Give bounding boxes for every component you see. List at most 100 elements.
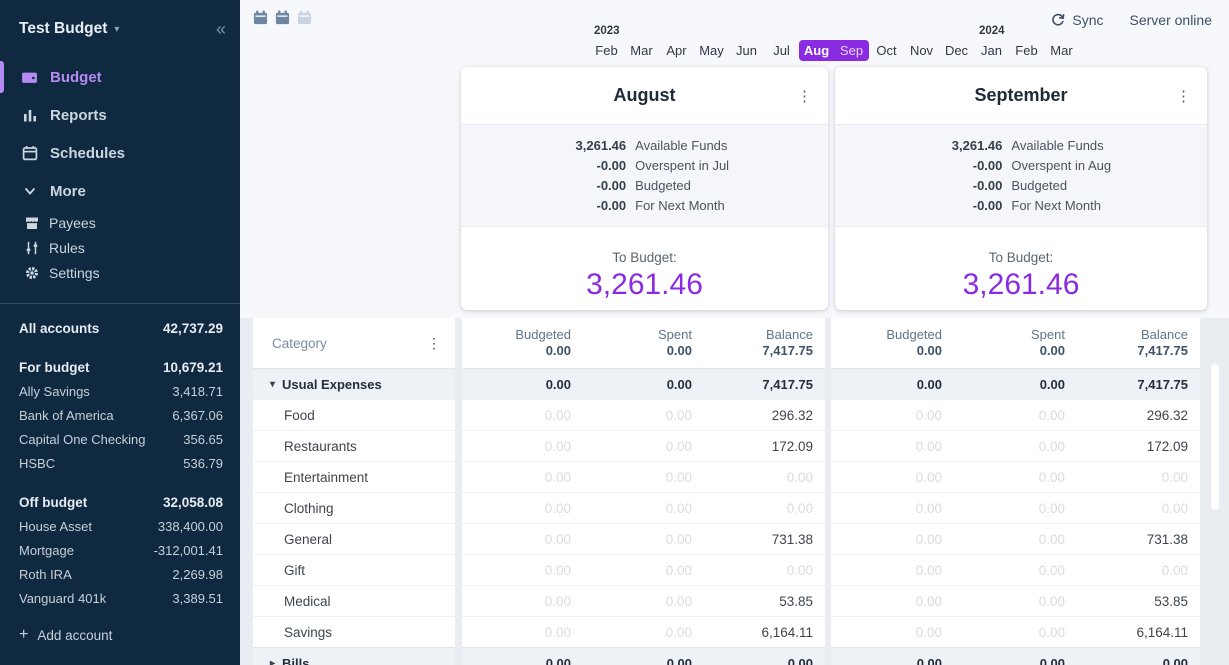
sidebar-item-reports[interactable]: Reports — [0, 96, 240, 134]
month-tab-feb[interactable]: Feb — [589, 40, 624, 61]
budget-cell[interactable]: 0.00 — [954, 492, 1077, 523]
month-tab-sep[interactable]: Sep — [834, 40, 869, 61]
account-row[interactable]: Capital One Checking 356.65 — [19, 427, 223, 451]
budget-cell[interactable]: 0.00 — [462, 616, 583, 647]
month-tab-jan[interactable]: Jan — [974, 40, 1009, 61]
budget-cell[interactable]: 6,164.11 — [704, 616, 825, 647]
account-row[interactable]: Vanguard 401k 3,389.51 — [19, 586, 223, 610]
budget-cell[interactable]: 0.00 — [831, 523, 954, 554]
budget-cell[interactable]: 0.00 — [704, 492, 825, 523]
budget-cell[interactable]: 0.00 — [954, 430, 1077, 461]
budget-cell[interactable]: 0.00 — [583, 523, 704, 554]
calendar-3-months-icon[interactable] — [297, 10, 312, 25]
budget-cell[interactable]: 0.00 — [954, 523, 1077, 554]
month-menu-kebab-icon[interactable]: ⋮ — [1176, 87, 1191, 105]
budget-cell[interactable]: 172.09 — [704, 430, 825, 461]
category-name[interactable]: Medical — [253, 585, 455, 616]
category-group-toggle[interactable]: ▸Bills — [253, 647, 455, 665]
month-tab-aug[interactable]: Aug — [799, 40, 834, 61]
month-tab-nov[interactable]: Nov — [904, 40, 939, 61]
budget-cell[interactable]: 0.00 — [1077, 492, 1200, 523]
budget-cell[interactable]: 0.00 — [462, 430, 583, 461]
budget-cell[interactable]: 0.00 — [1077, 554, 1200, 585]
sidebar-item-settings[interactable]: Settings — [0, 260, 240, 285]
budget-cell[interactable]: 731.38 — [704, 523, 825, 554]
budget-cell[interactable]: 0.00 — [704, 461, 825, 492]
budget-cell[interactable]: 0.00 — [583, 616, 704, 647]
account-group-header[interactable]: For budget 10,679.21 — [19, 355, 223, 379]
budget-cell[interactable]: 0.00 — [462, 585, 583, 616]
budget-cell[interactable]: 0.00 — [831, 616, 954, 647]
budget-cell[interactable]: 0.00 — [831, 554, 954, 585]
budget-cell[interactable]: 0.00 — [462, 461, 583, 492]
budget-cell[interactable]: 0.00 — [583, 430, 704, 461]
account-row[interactable]: Ally Savings 3,418.71 — [19, 379, 223, 403]
category-name[interactable]: Restaurants — [253, 430, 455, 461]
budget-cell[interactable]: 0.00 — [954, 461, 1077, 492]
account-group-header[interactable]: Off budget 32,058.08 — [19, 490, 223, 514]
budget-cell[interactable]: 0.00 — [583, 492, 704, 523]
category-name[interactable]: Clothing — [253, 492, 455, 523]
month-tab-oct[interactable]: Oct — [869, 40, 904, 61]
budget-cell[interactable]: 0.00 — [462, 554, 583, 585]
account-row[interactable]: HSBC 536.79 — [19, 451, 223, 475]
month-tab-jul[interactable]: Jul — [764, 40, 799, 61]
month-tab-jun[interactable]: Jun — [729, 40, 764, 61]
month-tab-feb[interactable]: Feb — [1009, 40, 1044, 61]
budget-cell[interactable]: 0.00 — [462, 492, 583, 523]
category-name[interactable]: Entertainment — [253, 461, 455, 492]
month-tab-may[interactable]: May — [694, 40, 729, 61]
budget-cell[interactable]: 0.00 — [831, 399, 954, 430]
budget-cell[interactable]: 0.00 — [583, 399, 704, 430]
budget-cell[interactable]: 0.00 — [954, 616, 1077, 647]
budget-cell[interactable]: 0.00 — [462, 399, 583, 430]
budget-cell[interactable]: 296.32 — [704, 399, 825, 430]
scrollbar-thumb[interactable] — [1211, 364, 1219, 510]
category-name[interactable]: Savings — [253, 616, 455, 647]
to-budget-amount[interactable]: 3,261.46 — [586, 268, 703, 302]
budget-cell[interactable]: 6,164.11 — [1077, 616, 1200, 647]
account-row[interactable]: House Asset 338,400.00 — [19, 514, 223, 538]
budget-cell[interactable]: 296.32 — [1077, 399, 1200, 430]
budget-cell[interactable]: 172.09 — [1077, 430, 1200, 461]
budget-name-menu[interactable]: Test Budget ▾ — [19, 20, 119, 38]
all-accounts-row[interactable]: All accounts 42,737.29 — [19, 316, 223, 340]
month-tab-apr[interactable]: Apr — [659, 40, 694, 61]
budget-cell[interactable]: 0.00 — [831, 492, 954, 523]
budget-cell[interactable]: 0.00 — [954, 585, 1077, 616]
budget-cell[interactable]: 0.00 — [583, 554, 704, 585]
category-menu-kebab-icon[interactable]: ⋮ — [427, 335, 441, 352]
sidebar-item-rules[interactable]: Rules — [0, 235, 240, 260]
category-name[interactable]: General — [253, 523, 455, 554]
category-name[interactable]: Food — [253, 399, 455, 430]
account-row[interactable]: Bank of America 6,367.06 — [19, 403, 223, 427]
month-tab-mar[interactable]: Mar — [1044, 40, 1079, 61]
calendar-1-month-icon[interactable] — [253, 10, 268, 25]
month-tab-dec[interactable]: Dec — [939, 40, 974, 61]
budget-cell[interactable]: 0.00 — [704, 554, 825, 585]
sidebar-item-payees[interactable]: Payees — [0, 210, 240, 235]
budget-cell[interactable]: 0.00 — [1077, 461, 1200, 492]
month-tab-mar[interactable]: Mar — [624, 40, 659, 61]
calendar-2-months-icon[interactable] — [275, 10, 290, 25]
budget-cell[interactable]: 0.00 — [954, 554, 1077, 585]
budget-cell[interactable]: 731.38 — [1077, 523, 1200, 554]
to-budget-amount[interactable]: 3,261.46 — [963, 268, 1080, 302]
budget-cell[interactable]: 0.00 — [583, 585, 704, 616]
budget-cell[interactable]: 53.85 — [1077, 585, 1200, 616]
budget-cell[interactable]: 53.85 — [704, 585, 825, 616]
budget-cell[interactable]: 0.00 — [831, 461, 954, 492]
sidebar-item-budget[interactable]: Budget — [0, 58, 240, 96]
budget-cell[interactable]: 0.00 — [831, 585, 954, 616]
add-account-button[interactable]: + Add account — [19, 626, 223, 644]
budget-cell[interactable]: 0.00 — [831, 430, 954, 461]
budget-cell[interactable]: 0.00 — [954, 399, 1077, 430]
collapse-sidebar-icon[interactable]: « — [216, 20, 226, 38]
budget-cell[interactable]: 0.00 — [583, 461, 704, 492]
account-row[interactable]: Roth IRA 2,269.98 — [19, 562, 223, 586]
category-name[interactable]: Gift — [253, 554, 455, 585]
category-group-toggle[interactable]: ▾Usual Expenses — [253, 368, 455, 399]
budget-cell[interactable]: 0.00 — [462, 523, 583, 554]
sidebar-item-schedules[interactable]: Schedules — [0, 134, 240, 172]
account-row[interactable]: Mortgage -312,001.41 — [19, 538, 223, 562]
